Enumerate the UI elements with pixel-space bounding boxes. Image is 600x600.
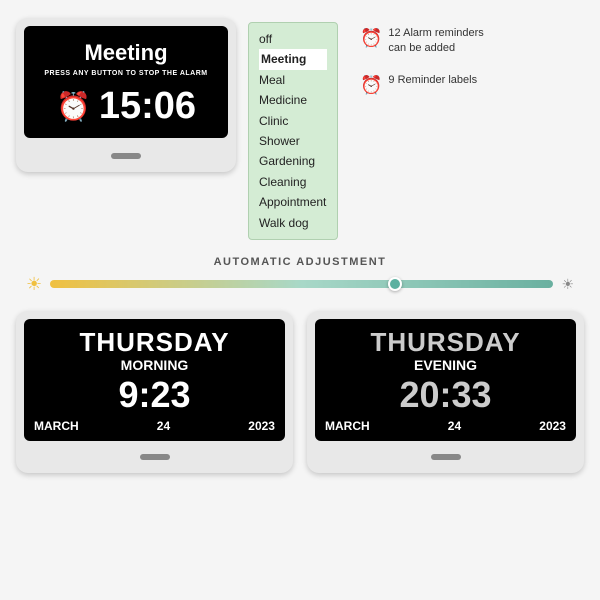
dropdown-item[interactable]: Walk dog — [259, 213, 327, 233]
clock-time-row: ⏰ 15:06 — [34, 85, 218, 128]
evening-clock-frame: THURSDAY EVENING 20:33 MARCH 24 2023 — [307, 311, 584, 473]
alarm-icon-1: ⏰ — [360, 28, 382, 49]
info-item-reminders: ⏰ 9 Reminder labels — [360, 73, 484, 96]
clock-alarm-text: PRESS ANY BUTTON TO STOP THE ALARM — [34, 70, 218, 77]
dropdown-item[interactable]: Meal — [259, 70, 327, 90]
brightness-bar[interactable] — [50, 280, 553, 288]
info-item-alarms: ⏰ 12 Alarm reminderscan be added — [360, 26, 484, 57]
dropdown-container: offMeetingMealMedicineClinicShowerGarden… — [248, 22, 338, 240]
dropdown-list[interactable]: offMeetingMealMedicineClinicShowerGarden… — [248, 22, 338, 240]
bottom-section: THURSDAY MORNING 9:23 MARCH 24 2023 THUR… — [0, 301, 600, 483]
morning-period: MORNING — [32, 357, 277, 373]
evening-period: EVENING — [323, 357, 568, 373]
dropdown-item[interactable]: Medicine — [259, 90, 327, 110]
dropdown-item[interactable]: Gardening — [259, 151, 327, 171]
brightness-bar-container: ☀ ☀ — [16, 274, 584, 295]
evening-date-row: MARCH 24 2023 — [323, 419, 568, 433]
dropdown-item[interactable]: Cleaning — [259, 172, 327, 192]
sun-bright-icon: ☀ — [26, 274, 42, 295]
evening-day: THURSDAY — [323, 329, 568, 355]
sun-dim-icon: ☀ — [561, 276, 574, 293]
evening-time: 20:33 — [323, 375, 568, 415]
clock-time: 15:06 — [99, 85, 196, 128]
morning-day: THURSDAY — [32, 329, 277, 355]
middle-section: AUTOMATIC ADJUSTMENT ☀ ☀ — [0, 250, 600, 301]
evening-year: 2023 — [539, 419, 566, 433]
morning-clock-frame: THURSDAY MORNING 9:23 MARCH 24 2023 — [16, 311, 293, 473]
morning-clock-screen: THURSDAY MORNING 9:23 MARCH 24 2023 — [24, 319, 285, 441]
auto-label: AUTOMATIC ADJUSTMENT — [16, 256, 584, 268]
alarm-icon-2: ⏰ — [360, 75, 382, 96]
clock-title: Meeting — [34, 40, 218, 66]
morning-month: MARCH — [34, 419, 79, 433]
morning-time: 9:23 — [32, 375, 277, 415]
clock-frame: Meeting PRESS ANY BUTTON TO STOP THE ALA… — [16, 18, 236, 172]
morning-date: 24 — [157, 419, 170, 433]
morning-date-row: MARCH 24 2023 — [32, 419, 277, 433]
dropdown-item[interactable]: Appointment — [259, 192, 327, 212]
evening-date: 24 — [448, 419, 461, 433]
clock-btn-bar — [111, 153, 141, 159]
dropdown-item[interactable]: Shower — [259, 131, 327, 151]
dropdown-item[interactable]: off — [259, 29, 327, 49]
info-text-reminders: 9 Reminder labels — [388, 73, 477, 88]
dropdown-item[interactable]: Clinic — [259, 111, 327, 131]
evening-clock-screen: THURSDAY EVENING 20:33 MARCH 24 2023 — [315, 319, 576, 441]
morning-btn-indicator — [24, 447, 285, 465]
clock-button-indicator — [24, 146, 228, 164]
info-labels: ⏰ 12 Alarm reminderscan be added ⏰ 9 Rem… — [360, 26, 484, 96]
morning-btn-bar — [140, 454, 170, 460]
evening-btn-indicator — [315, 447, 576, 465]
alarm-clock-icon: ⏰ — [56, 90, 91, 123]
dropdown-item[interactable]: Meeting — [259, 49, 327, 69]
info-text-alarms: 12 Alarm reminderscan be added — [388, 26, 483, 57]
evening-btn-bar — [431, 454, 461, 460]
morning-year: 2023 — [248, 419, 275, 433]
top-section: Meeting PRESS ANY BUTTON TO STOP THE ALA… — [0, 0, 600, 250]
clock-screen: Meeting PRESS ANY BUTTON TO STOP THE ALA… — [24, 26, 228, 138]
brightness-thumb[interactable] — [388, 277, 402, 291]
evening-month: MARCH — [325, 419, 370, 433]
